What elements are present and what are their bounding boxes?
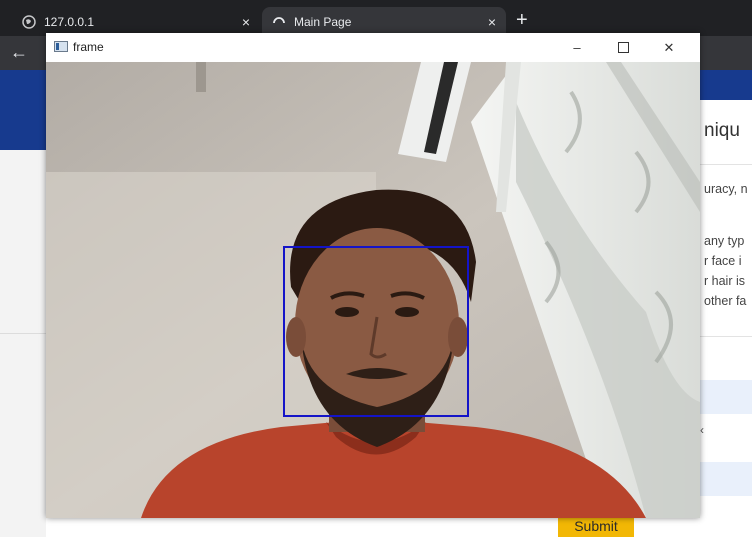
- close-button[interactable]: ✕: [646, 33, 692, 62]
- window-app-icon: [54, 41, 68, 52]
- globe-icon: [22, 14, 36, 29]
- face-detection-box: [283, 246, 469, 417]
- row-mark: ‹: [700, 423, 704, 437]
- window-title: frame: [73, 40, 104, 54]
- instruction-line: any typ: [704, 234, 745, 248]
- camera-feed: [46, 62, 700, 518]
- new-tab-button[interactable]: +: [516, 10, 528, 30]
- submit-button[interactable]: Submit: [558, 516, 634, 537]
- maximize-button[interactable]: [600, 33, 646, 62]
- browser-tab-strip: 127.0.0.1 × Main Page × +: [0, 0, 752, 36]
- instruction-line: r face i: [704, 254, 742, 268]
- close-icon: ✕: [663, 39, 675, 55]
- wall-fixture: [196, 62, 206, 92]
- minimize-icon: –: [573, 40, 581, 55]
- tab-title: 127.0.0.1: [44, 14, 95, 29]
- maximize-icon: [617, 42, 629, 53]
- window-titlebar[interactable]: frame – ✕: [46, 33, 700, 62]
- tab-close-icon[interactable]: ×: [488, 14, 496, 30]
- frame-window[interactable]: frame – ✕: [46, 33, 700, 518]
- minimize-button[interactable]: –: [554, 33, 600, 62]
- tab-close-icon[interactable]: ×: [242, 14, 250, 30]
- loading-icon: [272, 15, 286, 29]
- tab-127-0-0-1[interactable]: 127.0.0.1 ×: [12, 7, 260, 36]
- card-heading: niqu: [704, 120, 740, 141]
- instruction-line: r hair is: [704, 274, 745, 288]
- page-left-panel: [0, 150, 46, 537]
- divider: [0, 333, 46, 334]
- tab-main-page[interactable]: Main Page ×: [262, 7, 506, 36]
- back-arrow-icon[interactable]: ←: [10, 42, 28, 63]
- instruction-line: uracy, n: [704, 182, 748, 196]
- tab-title: Main Page: [294, 14, 352, 29]
- instruction-line: other fa: [704, 294, 747, 308]
